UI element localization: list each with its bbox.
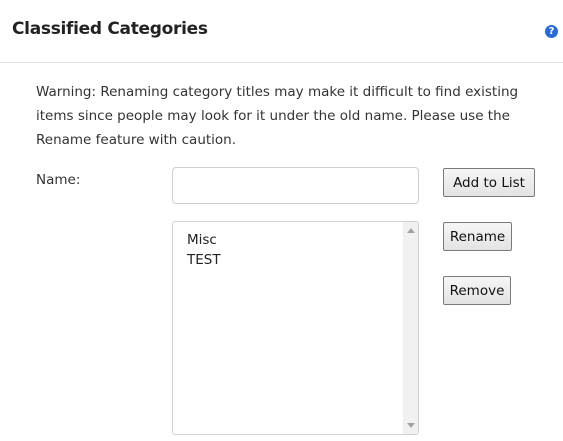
add-to-list-button[interactable]: Add to List bbox=[443, 168, 535, 197]
remove-button[interactable]: Remove bbox=[443, 276, 511, 305]
categories-listbox[interactable]: Misc TEST bbox=[172, 221, 419, 435]
list-item[interactable]: TEST bbox=[187, 250, 221, 270]
categories-list: Misc TEST bbox=[187, 230, 221, 270]
list-item[interactable]: Misc bbox=[187, 230, 221, 250]
category-name-input[interactable] bbox=[172, 167, 419, 204]
page-title: Classified Categories bbox=[12, 19, 208, 39]
help-icon[interactable]: ? bbox=[545, 25, 558, 38]
listbox-scrollbar[interactable] bbox=[403, 222, 418, 434]
classified-categories-page: Classified Categories ? Warning: Renamin… bbox=[0, 0, 563, 441]
name-label: Name: bbox=[36, 172, 81, 188]
scroll-up-arrow-icon[interactable] bbox=[407, 228, 415, 233]
scroll-down-arrow-icon[interactable] bbox=[407, 423, 415, 428]
panel-header: Classified Categories ? bbox=[0, 0, 563, 63]
rename-warning-text: Warning: Renaming category titles may ma… bbox=[36, 84, 519, 148]
rename-button[interactable]: Rename bbox=[443, 222, 512, 251]
